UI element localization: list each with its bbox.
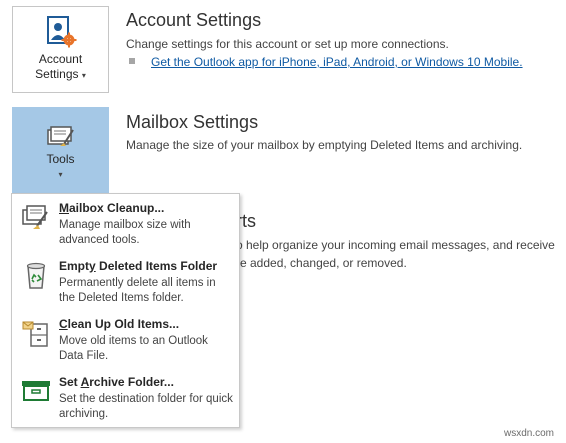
menu-item-title: Mailbox Cleanup... <box>59 201 165 215</box>
menu-item-clean-up-old-items[interactable]: Clean Up Old Items... Move old items to … <box>12 315 239 377</box>
account-settings-label-line2: Settings <box>35 67 79 81</box>
account-settings-icon <box>46 16 76 48</box>
menu-item-empty-deleted-items[interactable]: Empty Deleted Items Folder Permanently d… <box>12 257 239 319</box>
watermark: wsxdn.com <box>503 428 554 439</box>
tools-dropdown-menu: Mailbox Cleanup... Manage mailbox size w… <box>11 193 240 428</box>
rules-description-line2: re added, changed, or removed. <box>236 256 407 270</box>
archive-cabinet-icon <box>22 321 48 347</box>
account-settings-description: Change settings for this account or set … <box>126 37 449 51</box>
bullet-icon <box>129 58 135 64</box>
mailbox-settings-title: Mailbox Settings <box>126 112 259 132</box>
account-settings-label-line1: Account <box>38 52 83 66</box>
mailbox-settings-description: Manage the size of your mailbox by empty… <box>126 138 523 152</box>
menu-item-description: Move old items to an Outlook Data File. <box>59 335 208 362</box>
get-outlook-app-link[interactable]: Get the Outlook app for iPhone, iPad, An… <box>151 55 523 69</box>
tools-button[interactable]: Tools ▾ <box>12 107 109 193</box>
tools-icon <box>46 126 74 146</box>
menu-item-title: Clean Up Old Items... <box>59 317 180 331</box>
rules-description-line1: o help organize your incoming email mess… <box>236 238 555 252</box>
mailbox-cleanup-icon <box>22 205 48 229</box>
menu-item-set-archive-folder[interactable]: Set Archive Folder... Set the destinatio… <box>12 373 239 435</box>
chevron-down-icon: ▾ <box>58 170 63 179</box>
menu-item-description: Set the destination folder for quick arc… <box>59 393 233 420</box>
chevron-down-icon: ▾ <box>81 71 86 80</box>
archive-box-icon <box>22 381 50 401</box>
menu-item-title: Empty Deleted Items Folder <box>59 259 218 273</box>
menu-item-description: Permanently delete all items in the Dele… <box>59 277 216 304</box>
account-settings-button[interactable]: Account Settings ▾ <box>12 6 109 93</box>
menu-item-title: Set Archive Folder... <box>59 375 174 389</box>
menu-item-description: Manage mailbox size with advanced tools. <box>59 219 191 246</box>
tools-label: Tools <box>46 152 75 166</box>
recycle-bin-icon <box>26 262 46 289</box>
menu-item-mailbox-cleanup[interactable]: Mailbox Cleanup... Manage mailbox size w… <box>12 199 239 261</box>
account-settings-title: Account Settings <box>126 10 262 30</box>
